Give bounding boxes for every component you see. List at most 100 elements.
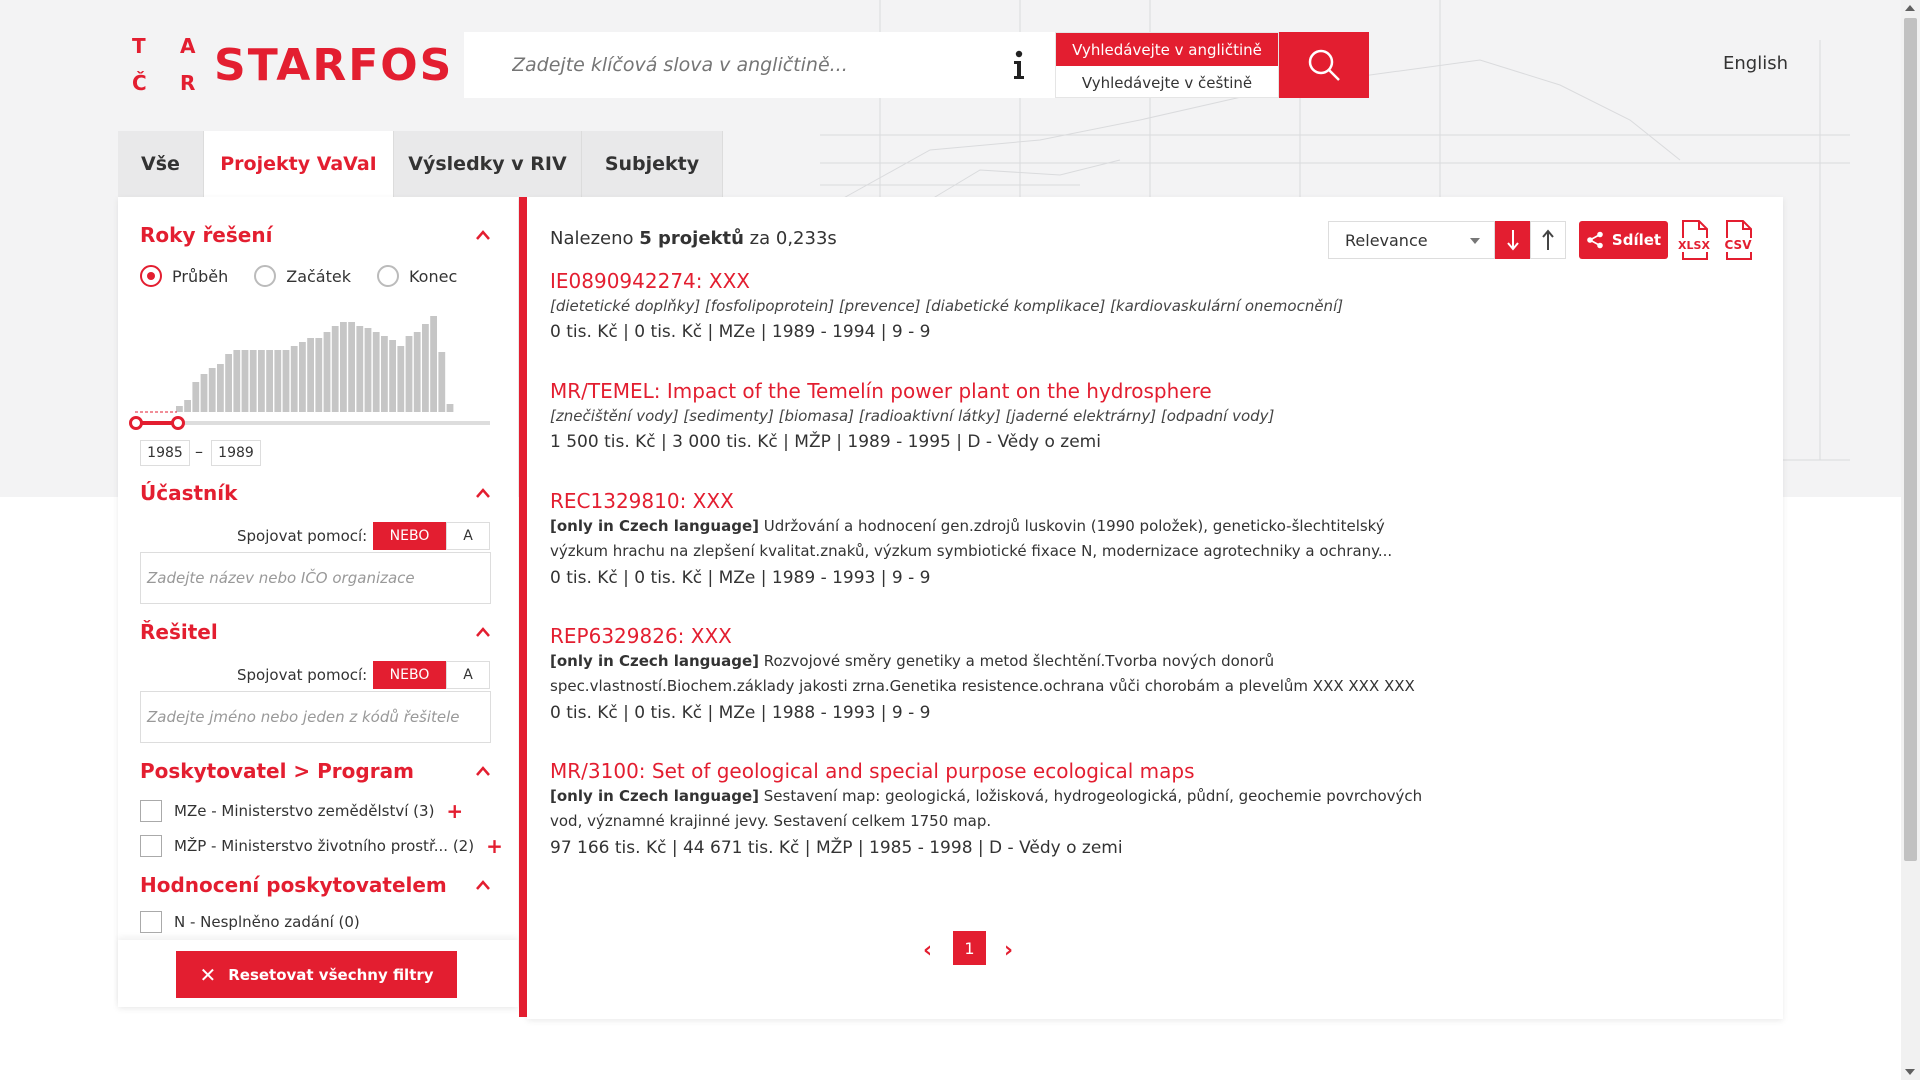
result-title-link[interactable]: REP6329826: XXX (550, 623, 1450, 649)
sort-select[interactable]: Relevance (1328, 221, 1495, 259)
solver-join-or-button[interactable]: NEBO (373, 661, 446, 689)
result-title-link[interactable]: IE0890942274: XXX (550, 268, 1450, 294)
plus-icon[interactable]: + (446, 799, 463, 823)
reset-filters-button[interactable]: ✕ Resetovat všechny filtry (176, 951, 457, 998)
share-label: Sdílet (1611, 231, 1662, 249)
participant-filter-title[interactable]: Účastník (140, 481, 237, 505)
histogram-bar (225, 354, 232, 412)
result-meta: 1 500 tis. Kč | 3 000 tis. Kč | MŽP | 19… (550, 432, 1101, 452)
histogram-bar (299, 342, 306, 412)
histogram-bar (266, 350, 273, 412)
next-page-button[interactable]: › (1004, 938, 1013, 963)
years-mode-options: Průběh Začátek Konec (140, 265, 457, 287)
result-title-link[interactable]: REC1329810: XXX (550, 488, 1450, 514)
participant-input[interactable]: Zadejte název nebo IČO organizace (140, 552, 491, 604)
chevron-up-icon[interactable] (476, 880, 490, 890)
prev-page-button[interactable]: ‹ (923, 938, 932, 963)
histogram-bar (200, 374, 208, 412)
histogram-bar (258, 350, 265, 412)
participant-join-or-button[interactable]: NEBO (373, 522, 446, 550)
results-accent-bar (519, 197, 527, 1017)
search-english-option[interactable]: Vyhledávejte v angličtině (1056, 33, 1278, 66)
sort-descending-button[interactable] (1495, 221, 1530, 259)
histogram-bar (290, 346, 298, 412)
scrollbar-thumb[interactable] (1904, 18, 1917, 861)
xlsx-export-button[interactable]: XLSX (1677, 220, 1711, 260)
checkbox[interactable] (140, 911, 162, 933)
csv-label: CSV (1725, 238, 1753, 252)
page-1-button[interactable]: 1 (953, 931, 986, 965)
logo-letter: Č (132, 71, 147, 95)
category-tabs: Vše Projekty VaVaI Výsledky v RIV Subjek… (118, 131, 723, 197)
result-title-link[interactable]: MR/3100: Set of geological and special p… (550, 758, 1450, 784)
histogram-bar (397, 346, 405, 412)
provider-option-label: MŽP - Ministerstvo životního prostř... (174, 837, 449, 855)
search-input[interactable] (512, 54, 972, 76)
chevron-up-icon[interactable] (476, 230, 490, 240)
histogram-bar (307, 338, 314, 412)
result-keywords: [znečištění vody] [sedimenty] [biomasa] … (550, 407, 1275, 425)
checkbox[interactable] (140, 835, 162, 857)
description-line: výzkum hrachu na zlepšení kvalitat.znaků… (550, 542, 1393, 560)
csv-file-icon: CSV (1721, 220, 1755, 260)
year-to-input[interactable]: 1989 (211, 440, 261, 466)
histogram-bar (413, 332, 421, 412)
histogram-bar (340, 322, 347, 412)
result-title-link[interactable]: MR/TEMEL: Impact of the Temelín power pl… (550, 378, 1450, 404)
result-description: [only in Czech language] Udržování a hod… (550, 514, 1450, 539)
years-range-start-handle[interactable] (129, 416, 143, 430)
years-filter-title[interactable]: Roky řešení (140, 223, 272, 247)
info-icon[interactable] (1012, 50, 1026, 80)
logo[interactable]: T A Č R STARFOS (132, 28, 453, 102)
provider-filter-title[interactable]: Poskytovatel > Program (140, 759, 414, 783)
year-from-input[interactable]: 1985 (140, 440, 190, 466)
years-range-track[interactable] (135, 421, 490, 425)
scroll-down-icon[interactable] (1905, 1069, 1915, 1075)
rating-filter-title[interactable]: Hodnocení poskytovatelem (140, 873, 447, 897)
sort-ascending-button[interactable] (1530, 221, 1566, 259)
chevron-up-icon[interactable] (476, 766, 490, 776)
arrow-down-icon (1506, 230, 1519, 251)
histogram-bar (438, 352, 446, 412)
csv-export-button[interactable]: CSV (1721, 220, 1755, 260)
result-meta: 0 tis. Kč | 0 tis. Kč | MZe | 1989 - 199… (550, 568, 931, 588)
radio-during[interactable] (140, 265, 162, 287)
language-tag: [only in Czech language] (550, 652, 759, 670)
provider-option[interactable]: MŽP - Ministerstvo životního prostř... (… (140, 834, 503, 858)
participant-join-and-button[interactable]: A (446, 522, 490, 550)
description-line: Rozvojové směry genetiky a metod šlechtě… (758, 652, 1275, 670)
logo-letter: R (180, 71, 196, 95)
chevron-up-icon[interactable] (476, 488, 490, 498)
provider-option-label: MZe - Ministerstvo zemědělství (174, 802, 409, 820)
plus-icon[interactable]: + (486, 834, 503, 858)
years-range-end-handle[interactable] (171, 416, 185, 430)
search-button[interactable] (1279, 32, 1369, 98)
page-scrollbar[interactable] (1901, 0, 1920, 1080)
radio-end[interactable] (376, 265, 399, 287)
chevron-up-icon[interactable] (476, 627, 490, 637)
language-switch-link[interactable]: English (1723, 53, 1788, 74)
participant-join-label: Spojovat pomocí: (237, 527, 368, 545)
description-line: spec.vlastností.Biochem.základy jakosti … (550, 677, 1415, 695)
checkbox[interactable] (140, 800, 162, 822)
result-item: REC1329810: XXX [only in Czech language]… (550, 488, 1450, 592)
scroll-up-icon[interactable] (1905, 5, 1915, 11)
rating-option[interactable]: N - Nesplněno zadání (0) (140, 911, 360, 933)
solver-filter-title[interactable]: Řešitel (140, 620, 218, 644)
radio-start[interactable] (254, 265, 277, 287)
share-button[interactable]: Sdílet (1579, 221, 1668, 259)
tab-subjects[interactable]: Subjekty (582, 131, 723, 197)
solver-input[interactable]: Zadejte jméno nebo jeden z kódů řešitele (140, 691, 491, 743)
tab-all[interactable]: Vše (118, 131, 204, 197)
histogram-bar (372, 332, 380, 412)
search-czech-option[interactable]: Vyhledávejte v češtině (1056, 66, 1278, 99)
rating-option-label: N - Nesplněno zadání (0) (174, 913, 360, 931)
tab-projects[interactable]: Projekty VaVaI (204, 131, 394, 197)
close-icon: ✕ (199, 962, 217, 987)
tab-riv-results[interactable]: Výsledky v RIV (394, 131, 582, 197)
reset-filters-label: Resetovat všechny filtry (228, 965, 434, 984)
provider-option[interactable]: MZe - Ministerstvo zemědělství (3) + (140, 799, 463, 823)
histogram-bar (184, 400, 191, 412)
histogram-bar (249, 350, 257, 412)
solver-join-and-button[interactable]: A (446, 661, 490, 689)
